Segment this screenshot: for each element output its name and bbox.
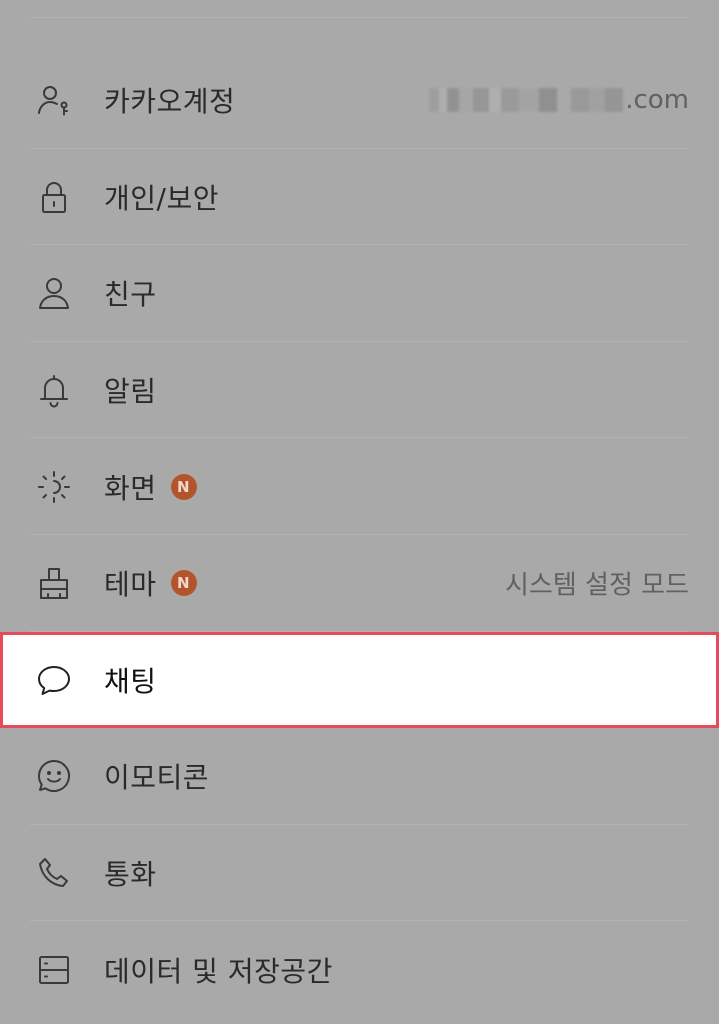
emoticon-icon <box>36 758 72 794</box>
settings-item-label: 이모티콘 <box>104 761 210 795</box>
new-badge: N <box>170 570 197 597</box>
theme-brush-icon <box>36 565 72 601</box>
chat-bubble-icon <box>36 662 72 698</box>
settings-item-label: 채팅 <box>104 664 157 698</box>
phone-icon <box>36 855 72 891</box>
settings-item-notifications[interactable]: 알림 <box>0 342 719 439</box>
settings-list: 카카오계정 .com 개인/보안 친구 알림 화면 N 테마 N 시스템 설정 … <box>0 52 719 1018</box>
settings-item-label: 통화 <box>104 858 157 892</box>
lock-icon <box>36 179 72 215</box>
settings-item-data-storage[interactable]: 데이터 및 저장공간 <box>0 921 719 1018</box>
email-domain-suffix: .com <box>625 85 689 116</box>
settings-item-privacy[interactable]: 개인/보안 <box>0 149 719 246</box>
settings-item-display[interactable]: 화면 N <box>0 438 719 535</box>
settings-item-theme[interactable]: 테마 N 시스템 설정 모드 <box>0 535 719 632</box>
settings-item-label: 알림 <box>104 375 157 409</box>
theme-mode-value: 시스템 설정 모드 <box>505 570 689 601</box>
top-divider <box>30 17 689 18</box>
settings-item-label-text: 테마 <box>104 568 157 602</box>
settings-item-label-text: 화면 <box>104 471 157 505</box>
settings-item-chat[interactable]: 채팅 <box>0 631 719 729</box>
storage-icon <box>36 952 72 988</box>
settings-item-calls[interactable]: 통화 <box>0 825 719 922</box>
settings-item-emoticons[interactable]: 이모티콘 <box>0 728 719 825</box>
settings-item-label: 친구 <box>104 278 157 312</box>
person-icon <box>36 275 72 311</box>
settings-item-label: 화면 N <box>104 467 197 507</box>
account-key-icon <box>36 82 72 118</box>
masked-email-region <box>429 88 624 113</box>
account-email: .com <box>429 85 689 115</box>
settings-item-label: 데이터 및 저장공간 <box>104 954 333 988</box>
brightness-icon <box>36 469 72 505</box>
settings-item-label: 카카오계정 <box>104 85 236 119</box>
bell-icon <box>36 372 72 408</box>
settings-item-friends[interactable]: 친구 <box>0 245 719 342</box>
settings-item-kakao-account[interactable]: 카카오계정 .com <box>0 52 719 149</box>
settings-item-label: 테마 N <box>104 563 197 603</box>
new-badge: N <box>170 473 197 500</box>
settings-item-label: 개인/보안 <box>104 181 219 215</box>
